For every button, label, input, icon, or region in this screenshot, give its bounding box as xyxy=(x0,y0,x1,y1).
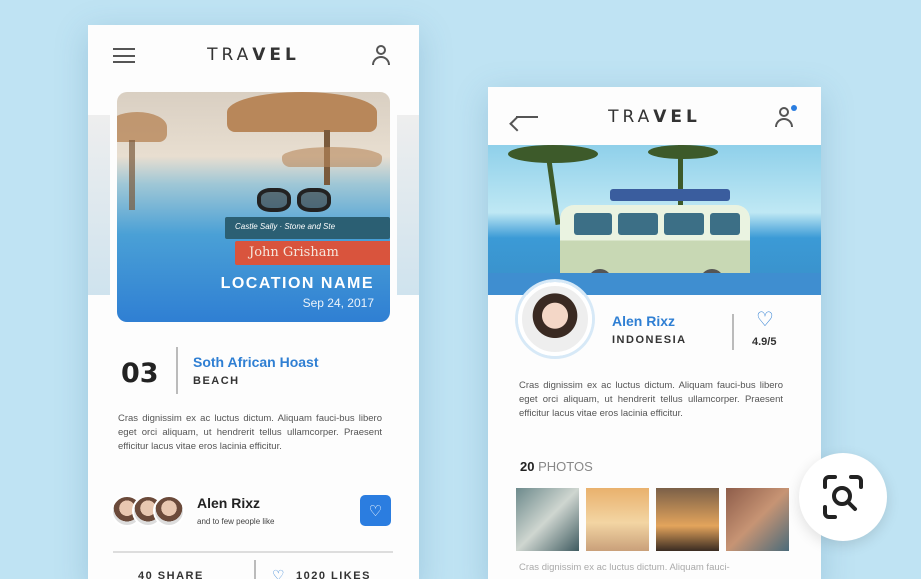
profile-country: INDONESIA xyxy=(612,334,687,346)
photos-count: 20 xyxy=(520,459,535,474)
umbrella-pole xyxy=(129,140,135,210)
profile-photo[interactable] xyxy=(518,282,592,356)
divider xyxy=(176,347,178,394)
author-name[interactable]: Alen Rixz xyxy=(197,495,260,511)
entry-description: Cras dignissim ex ac luctus dictum. Aliq… xyxy=(118,413,382,452)
van-window xyxy=(574,213,612,235)
sunglasses-lens xyxy=(297,188,331,212)
next-card-peek[interactable] xyxy=(397,115,419,295)
sunglasses-lens xyxy=(257,188,291,212)
umbrella-shape xyxy=(227,92,377,132)
heart-icon: ♡ xyxy=(272,567,285,579)
book-author-text: John Grisham xyxy=(249,245,339,260)
book-title-text: Castle Sally · Stone and Ste xyxy=(235,222,336,231)
user-icon[interactable] xyxy=(372,45,390,65)
more-text: Cras dignissim ex ac luctus dictum. Aliq… xyxy=(519,562,730,573)
photos-label: PHOTOS xyxy=(538,459,593,474)
user-notification-icon[interactable] xyxy=(775,105,797,127)
location-name: LOCATION NAME xyxy=(220,275,374,292)
previous-card-peek[interactable] xyxy=(88,115,110,295)
umbrella-shape xyxy=(282,147,382,167)
cover-image[interactable] xyxy=(488,145,821,295)
roof-rack xyxy=(610,189,730,201)
heart-icon[interactable]: ♡ xyxy=(756,307,774,332)
heart-icon: ♡ xyxy=(368,502,383,520)
left-phone-screen: TRAVEL Castle Sally · Stone and Ste John… xyxy=(88,25,419,579)
umbrella-shape xyxy=(117,112,167,142)
profile-rating: 4.9/5 xyxy=(752,336,777,348)
palm-leaves xyxy=(508,145,598,163)
photo-thumbnail[interactable] xyxy=(516,488,579,551)
header: TRAVEL xyxy=(488,105,821,129)
photo-thumbnail[interactable] xyxy=(586,488,649,551)
profile-name[interactable]: Alen Rixz xyxy=(612,313,675,329)
hero-image[interactable]: Castle Sally · Stone and Ste John Grisha… xyxy=(117,92,390,322)
divider xyxy=(254,560,256,579)
location-caption: LOCATION NAME Sep 24, 2017 xyxy=(221,275,374,310)
right-phone-screen: TRAVEL Alen Rixz INDONESIA ♡ 4.9/5 Cras … xyxy=(488,87,821,579)
back-arrow-icon[interactable] xyxy=(516,116,538,118)
profile-description: Cras dignissim ex ac luctus dictum. Aliq… xyxy=(519,380,783,419)
divider xyxy=(732,314,734,350)
van-window xyxy=(710,213,740,235)
entry-number: 03 xyxy=(121,358,159,389)
visual-search-button[interactable] xyxy=(799,453,887,541)
header: TRAVEL xyxy=(88,43,419,67)
zoom-search-icon xyxy=(823,475,863,519)
divider xyxy=(113,551,393,553)
location-date: Sep 24, 2017 xyxy=(302,296,374,310)
photo-thumbnail[interactable] xyxy=(726,488,789,551)
book-top: Castle Sally · Stone and Ste xyxy=(225,217,390,239)
van-shape xyxy=(560,205,750,293)
author-subtitle: and to few people like xyxy=(197,517,275,526)
palm-leaves xyxy=(648,145,718,159)
share-count[interactable]: 40 SHARE xyxy=(138,570,204,579)
photo-thumbnail[interactable] xyxy=(656,488,719,551)
likes-count[interactable]: 1020 LIKES xyxy=(296,570,371,579)
book-bottom: John Grisham xyxy=(235,241,390,265)
van-window xyxy=(664,213,704,235)
app-title: TRAVEL xyxy=(608,107,701,127)
van-window xyxy=(618,213,658,235)
avatar xyxy=(153,495,185,527)
entry-category: BEACH xyxy=(193,375,240,387)
photos-heading: 20 PHOTOS xyxy=(520,459,593,474)
menu-icon[interactable] xyxy=(113,48,135,63)
entry-title[interactable]: Soth African Hoast xyxy=(193,354,319,370)
like-button[interactable]: ♡ xyxy=(360,495,391,526)
app-title: TRAVEL xyxy=(207,45,300,65)
